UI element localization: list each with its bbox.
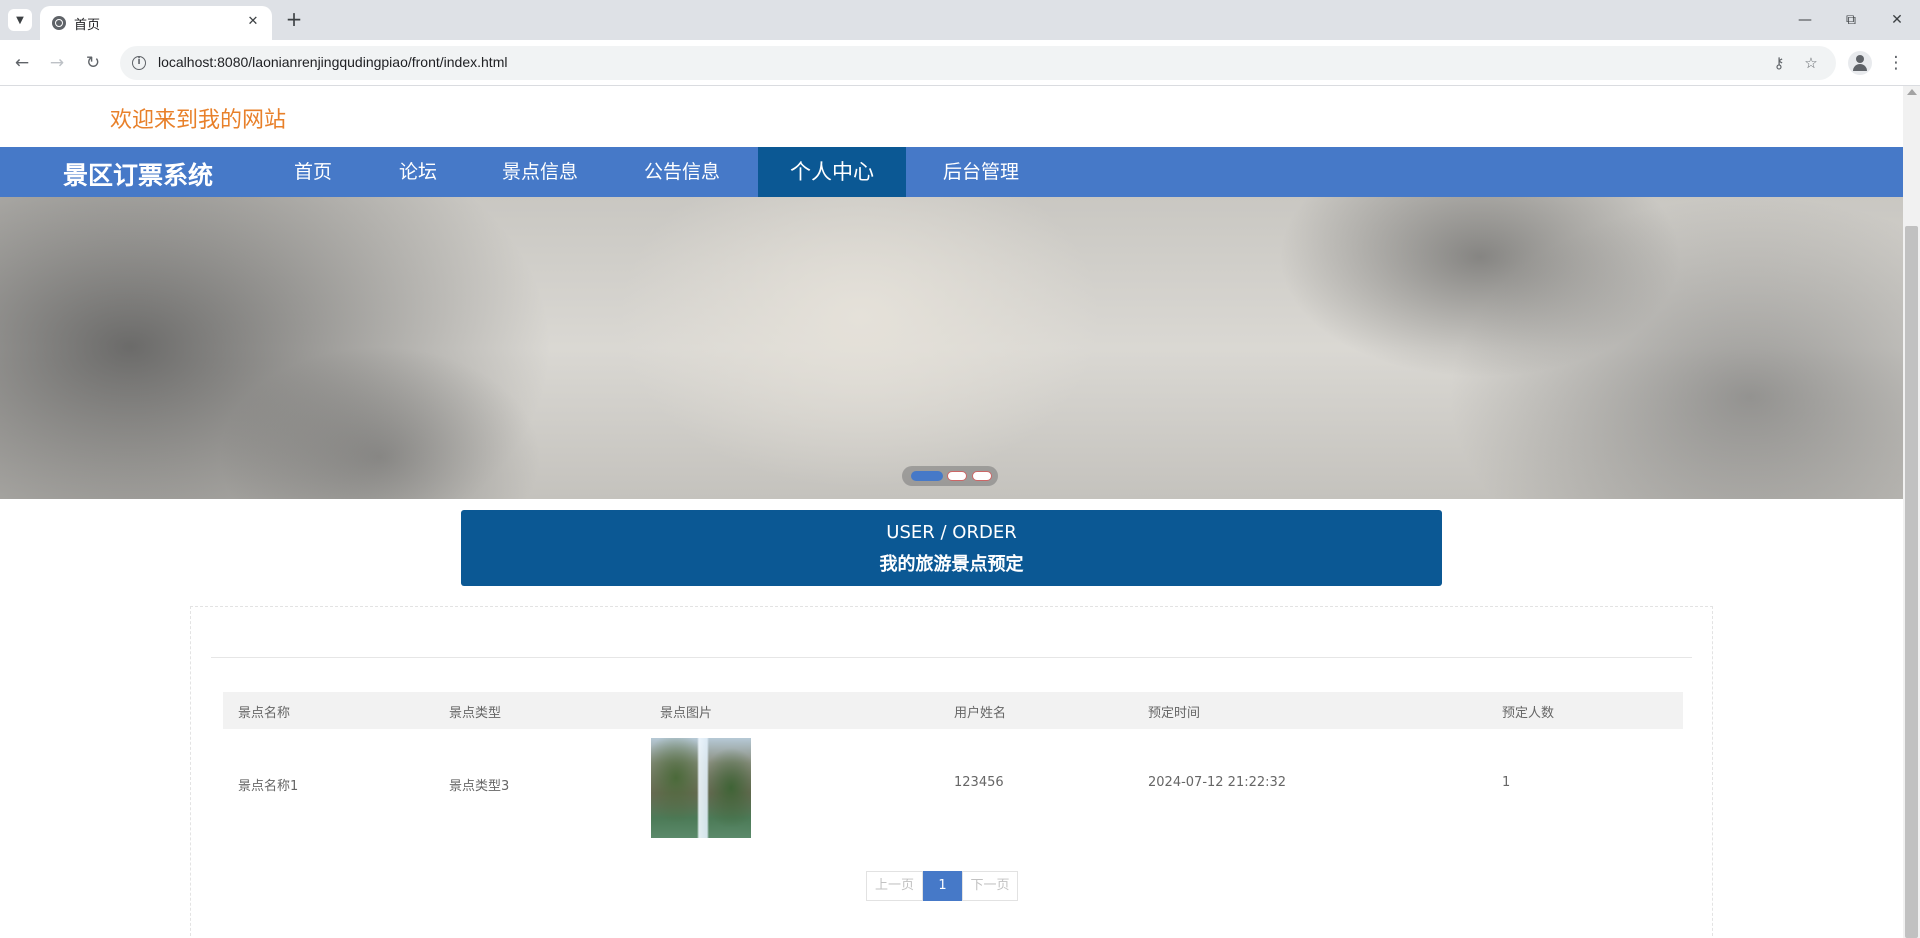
close-window-button[interactable]: ✕ bbox=[1882, 6, 1912, 34]
section-title-cn: 我的旅游景点预定 bbox=[879, 554, 1024, 575]
globe-icon bbox=[52, 16, 66, 30]
reload-button[interactable]: ↻ bbox=[80, 50, 106, 76]
site-brand[interactable]: 景区订票系统 bbox=[63, 156, 213, 192]
site-info-icon[interactable]: i bbox=[132, 56, 146, 70]
divider bbox=[211, 657, 1692, 658]
browser-toolbar: ← → ↻ i localhost:8080/laonianrenjingqud… bbox=[0, 40, 1920, 86]
profile-avatar-icon[interactable] bbox=[1848, 51, 1872, 75]
back-button[interactable]: ← bbox=[9, 50, 35, 76]
address-bar[interactable]: i localhost:8080/laonianrenjingqudingpia… bbox=[120, 46, 1836, 80]
header-booking-count: 预定人数 bbox=[1502, 706, 1555, 721]
table-header: 景点名称 景点类型 景点图片 用户姓名 预定时间 预定人数 bbox=[223, 692, 1683, 729]
carousel-indicators bbox=[902, 466, 998, 486]
restore-button[interactable]: ⧉ bbox=[1836, 6, 1866, 34]
cell-user-name: 123456 bbox=[954, 775, 1004, 790]
carousel-dot-2[interactable] bbox=[947, 471, 967, 481]
nav-personal-center[interactable]: 个人中心 bbox=[758, 147, 906, 197]
bookmark-star-icon[interactable]: ☆ bbox=[1800, 52, 1822, 74]
page-viewport: 欢迎来到我的网站 景区订票系统 首页 论坛 景点信息 公告信息 个人中心 后台管… bbox=[0, 86, 1903, 938]
header-booking-time: 预定时间 bbox=[1148, 706, 1201, 721]
nav-home[interactable]: 首页 bbox=[263, 147, 363, 197]
nav-forum[interactable]: 论坛 bbox=[368, 147, 468, 197]
header-user-name: 用户姓名 bbox=[954, 706, 1007, 721]
prev-page-button[interactable]: 上一页 bbox=[866, 871, 923, 901]
header-attraction-image: 景点图片 bbox=[660, 706, 713, 721]
section-title-box: USER / ORDER 我的旅游景点预定 bbox=[461, 510, 1442, 586]
key-icon[interactable]: ⚷ bbox=[1768, 52, 1790, 74]
cell-booking-time: 2024-07-12 21:22:32 bbox=[1148, 775, 1287, 790]
new-tab-button[interactable]: + bbox=[282, 8, 306, 32]
page-1-button[interactable]: 1 bbox=[923, 871, 962, 901]
minimize-button[interactable]: — bbox=[1790, 6, 1820, 34]
header-attraction-type: 景点类型 bbox=[449, 706, 502, 721]
scroll-up-arrow-icon[interactable] bbox=[1907, 89, 1917, 95]
main-navbar: 景区订票系统 首页 论坛 景点信息 公告信息 个人中心 后台管理 bbox=[0, 147, 1903, 197]
nav-attractions[interactable]: 景点信息 bbox=[475, 147, 605, 197]
url-text[interactable]: localhost:8080/laonianrenjingqudingpiao/… bbox=[158, 54, 507, 70]
tab-search-button[interactable]: ▼ bbox=[8, 9, 32, 31]
browser-menu-icon[interactable]: ⋮ bbox=[1886, 50, 1906, 76]
cell-attraction-type: 景点类型3 bbox=[449, 779, 510, 794]
page-scrollbar[interactable] bbox=[1903, 86, 1920, 938]
scrollbar-thumb[interactable] bbox=[1905, 226, 1918, 938]
browser-tab-strip: ▼ 首页 ✕ + — ⧉ ✕ bbox=[0, 0, 1920, 40]
cell-booking-count: 1 bbox=[1502, 775, 1511, 790]
section-title-en: USER / ORDER bbox=[886, 522, 1017, 543]
browser-tab[interactable]: 首页 ✕ bbox=[40, 6, 272, 40]
cell-attraction-name: 景点名称1 bbox=[238, 779, 299, 794]
orders-panel: 景点名称 景点类型 景点图片 用户姓名 预定时间 预定人数 景点名称1 景点类型… bbox=[190, 606, 1713, 938]
forward-button[interactable]: → bbox=[44, 50, 70, 76]
close-tab-icon[interactable]: ✕ bbox=[244, 13, 262, 31]
welcome-text: 欢迎来到我的网站 bbox=[110, 108, 287, 133]
banner-carousel bbox=[0, 197, 1903, 499]
nav-announcements[interactable]: 公告信息 bbox=[617, 147, 747, 197]
next-page-button[interactable]: 下一页 bbox=[962, 871, 1018, 901]
carousel-dot-1[interactable] bbox=[911, 471, 943, 481]
waterfall-thumbnail-image[interactable] bbox=[651, 738, 751, 838]
nav-admin[interactable]: 后台管理 bbox=[916, 147, 1046, 197]
tab-title: 首页 bbox=[74, 18, 101, 33]
header-attraction-name: 景点名称 bbox=[238, 706, 291, 721]
carousel-dot-3[interactable] bbox=[972, 471, 992, 481]
table-row[interactable]: 景点名称1 景点类型3 123456 2024-07-12 21:22:32 1 bbox=[223, 729, 1683, 839]
